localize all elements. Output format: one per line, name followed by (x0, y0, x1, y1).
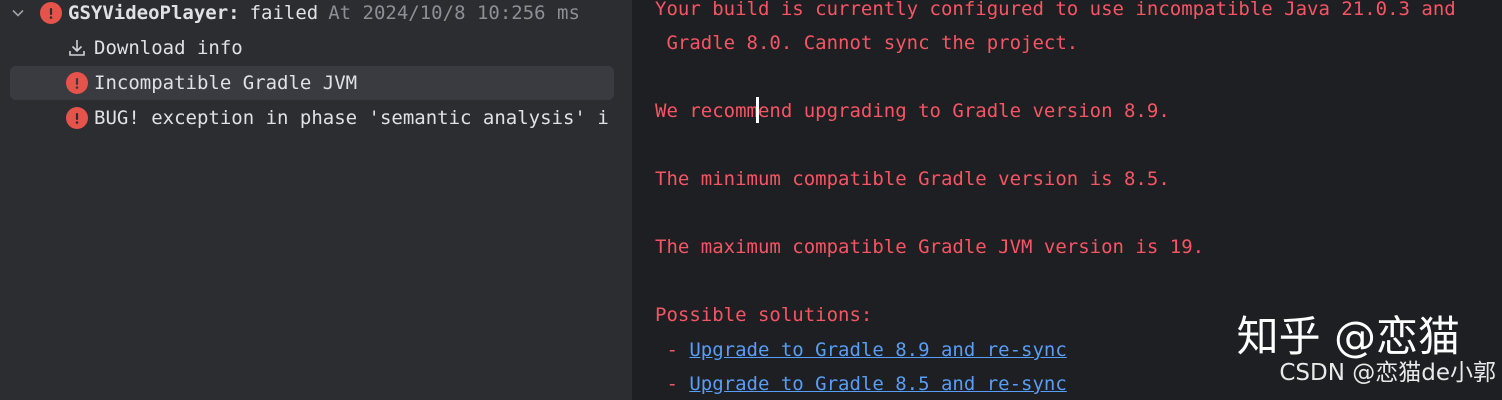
build-status: failed (249, 2, 319, 24)
build-output-console[interactable]: Your build is currently configured to us… (632, 0, 1502, 400)
output-line: The minimum compatible Gradle version is… (655, 168, 1170, 190)
tree-item-label: Incompatible Gradle JVM (94, 72, 358, 94)
error-icon (66, 72, 88, 94)
watermark-zhihu: 知乎 @恋猫 (1236, 312, 1460, 361)
error-icon (66, 107, 88, 129)
solution-item: - Upgrade to Gradle 8.5 and re-sync (655, 372, 1067, 396)
tree-item-incompatible-gradle-jvm[interactable]: Incompatible Gradle JVM (10, 66, 614, 100)
build-window: GSYVideoPlayer: failed At 2024/10/8 10: 2… (0, 0, 1502, 400)
tree-item-bug-exception[interactable]: BUG! exception in phase 'semantic analys… (0, 101, 614, 135)
build-tree-panel: GSYVideoPlayer: failed At 2024/10/8 10: 2… (0, 0, 632, 400)
solution-prefix: - (655, 373, 690, 395)
output-line: We recommend upgrading to Gradle version… (655, 100, 1170, 122)
tree-item-label: Download info (94, 37, 243, 59)
solution-item: - Upgrade to Gradle 8.9 and re-sync (655, 338, 1067, 362)
output-line: Your build is currently configured to us… (655, 0, 1456, 20)
output-line: The maximum compatible Gradle JVM versio… (655, 236, 1205, 258)
download-icon (66, 37, 88, 59)
tree-root-row[interactable]: GSYVideoPlayer: failed At 2024/10/8 10: 2… (0, 0, 614, 30)
chevron-down-icon[interactable] (10, 5, 26, 21)
upgrade-gradle-8-9-link[interactable]: Upgrade to Gradle 8.9 and re-sync (689, 339, 1067, 361)
output-line: Gradle 8.0. Cannot sync the project. (655, 32, 1079, 54)
error-icon (40, 2, 62, 24)
project-name: GSYVideoPlayer: (68, 2, 240, 24)
build-duration: 256 ms (511, 2, 580, 24)
tree-item-download-info[interactable]: Download info (0, 31, 614, 65)
watermark-csdn: CSDN @恋猫de小郭 (1279, 360, 1496, 386)
solution-prefix: - (655, 339, 690, 361)
build-timestamp: At 2024/10/8 10: (328, 2, 512, 24)
output-line: Possible solutions: (655, 304, 873, 326)
upgrade-gradle-8-5-link[interactable]: Upgrade to Gradle 8.5 and re-sync (689, 373, 1067, 395)
text-cursor (756, 97, 759, 123)
tree-item-label: BUG! exception in phase 'semantic analys… (94, 107, 609, 129)
